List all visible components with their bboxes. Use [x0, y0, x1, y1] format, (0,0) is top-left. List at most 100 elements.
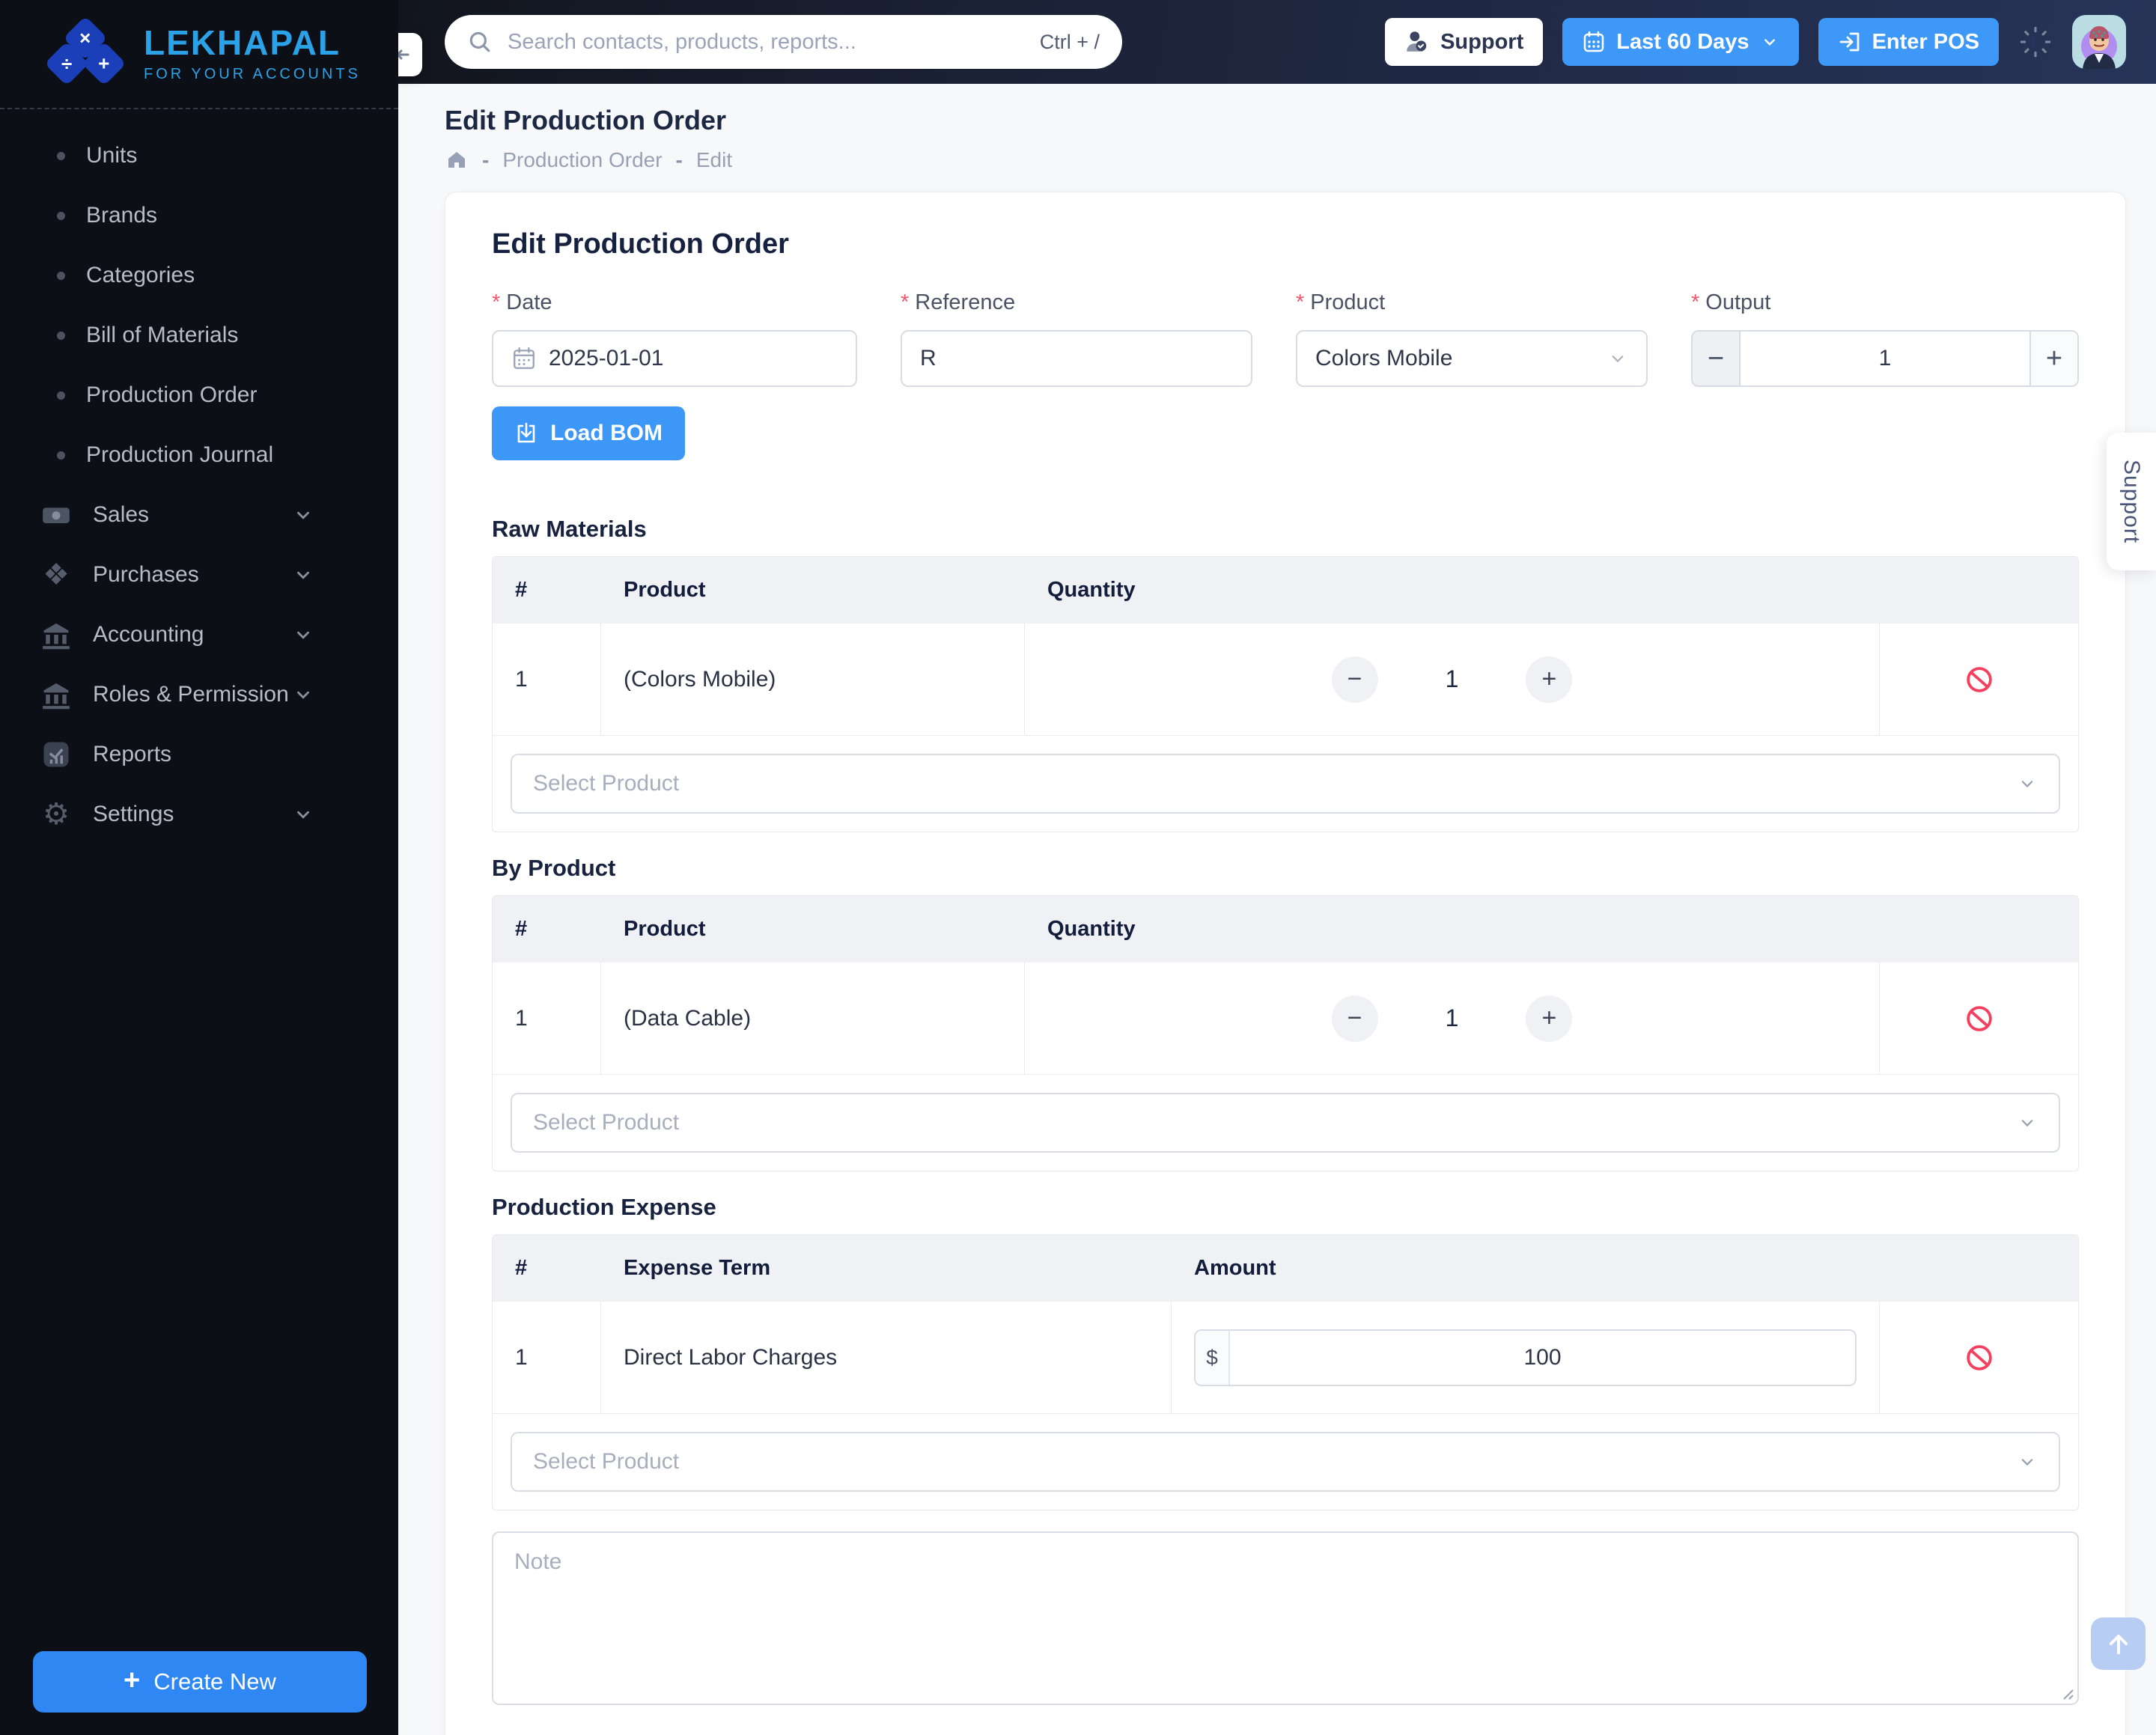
product-select[interactable]: Colors Mobile — [1296, 330, 1648, 387]
by-product-section: # Product Quantity 1 (Data Cable) − 1 + — [492, 895, 2079, 1171]
chevron-down-icon — [2021, 1120, 2033, 1127]
table-row-product: (Colors Mobile) — [601, 623, 1025, 736]
sidebar-item-sales[interactable]: Sales — [0, 485, 398, 545]
output-increment-button[interactable]: + — [2029, 332, 2077, 385]
raw-materials-heading: Raw Materials — [492, 516, 647, 542]
quantity-increment-button[interactable]: + — [1526, 656, 1573, 703]
search-icon — [469, 31, 490, 52]
brand-logo[interactable]: × ÷ + LEKHAPAL FOR YOUR ACCOUNTS — [0, 0, 398, 109]
resize-handle-icon[interactable] — [2058, 1684, 2074, 1701]
output-stepper: − + — [1691, 330, 2079, 387]
output-decrement-button[interactable]: − — [1693, 332, 1741, 385]
table-row-actions — [1880, 1302, 2078, 1414]
gear-icon: ⚙ — [43, 798, 70, 831]
date-range-button[interactable]: Last 60 Days — [1562, 18, 1799, 66]
sidebar-menu: Units Brands Categories Bill of Material… — [0, 109, 398, 844]
date-value-input[interactable] — [549, 346, 838, 371]
reference-input[interactable] — [920, 346, 1233, 371]
chevron-down-icon — [2021, 1459, 2033, 1466]
required-asterisk: * — [1296, 290, 1305, 314]
create-new-button[interactable]: + Create New — [33, 1651, 367, 1713]
sidebar-item-brands[interactable]: Brands — [0, 186, 398, 246]
remove-row-icon[interactable] — [1965, 665, 1994, 694]
sidebar-item-categories[interactable]: Categories — [0, 246, 398, 305]
sidebar-item-accounting[interactable]: Accounting — [0, 605, 398, 665]
support-agent-icon — [1407, 31, 1427, 52]
page-title: Edit Production Order — [445, 105, 727, 135]
amount-input[interactable] — [1230, 1330, 1855, 1385]
edit-production-order-card: Edit Production Order *Date *Reference — [445, 192, 2126, 1735]
by-product-heading: By Product — [492, 855, 616, 881]
support-button[interactable]: Support — [1385, 18, 1544, 66]
login-icon — [1839, 32, 1859, 52]
sidebar-item-roles-permission[interactable]: Roles & Permission — [0, 665, 398, 725]
bullet-icon — [57, 391, 65, 400]
load-bom-button[interactable]: Load BOM — [492, 406, 685, 460]
table-row-quantity: − 1 + — [1025, 963, 1880, 1075]
quantity-decrement-button[interactable]: − — [1331, 656, 1378, 703]
quantity-value[interactable]: 1 — [1446, 665, 1459, 693]
production-expense-select-product[interactable]: Select Product — [511, 1432, 2060, 1492]
chevron-down-icon — [1612, 356, 1624, 363]
calendar-icon — [514, 347, 535, 369]
theme-toggle-button[interactable] — [2018, 25, 2053, 59]
table-row-expense-term: Direct Labor Charges — [601, 1302, 1172, 1414]
bullet-icon — [57, 451, 65, 460]
breadcrumb-production-order[interactable]: Production Order — [502, 148, 662, 172]
calendar-icon — [1583, 31, 1604, 52]
breadcrumb-edit[interactable]: Edit — [696, 148, 732, 172]
scroll-to-top-button[interactable] — [2091, 1617, 2146, 1670]
raw-materials-select-product[interactable]: Select Product — [511, 754, 2060, 814]
currency-prefix: $ — [1196, 1330, 1230, 1385]
remove-row-icon[interactable] — [1965, 1004, 1994, 1033]
required-asterisk: * — [1691, 290, 1700, 314]
quantity-decrement-button[interactable]: − — [1331, 995, 1378, 1042]
bank-icon — [39, 677, 73, 712]
sidebar: × ÷ + LEKHAPAL FOR YOUR ACCOUNTS Units B… — [0, 0, 398, 1735]
date-field-group: * Date — [492, 290, 857, 387]
table-row-amount: $ — [1172, 1302, 1880, 1414]
raw-materials-table: # Product Quantity 1 (Colors Mobile) − 1… — [493, 557, 2078, 736]
bullet-icon — [57, 151, 65, 160]
main-content: Edit Production Order - Production Order… — [398, 84, 2156, 1735]
sidebar-item-settings[interactable]: ⚙ Settings — [0, 784, 398, 844]
note-field — [492, 1531, 2079, 1705]
production-expense-section: # Expense Term Amount 1 Direct Labor Cha… — [492, 1234, 2079, 1510]
quantity-value[interactable]: 1 — [1446, 1004, 1459, 1032]
sidebar-item-production-order[interactable]: Production Order — [0, 365, 398, 425]
chart-report-icon — [39, 737, 73, 772]
production-expense-heading: Production Expense — [492, 1194, 716, 1220]
by-product-table: # Product Quantity 1 (Data Cable) − 1 + — [493, 896, 2078, 1075]
sidebar-item-units[interactable]: Units — [0, 126, 398, 186]
quantity-increment-button[interactable]: + — [1526, 995, 1573, 1042]
bullet-icon — [57, 331, 65, 340]
enter-pos-button[interactable]: Enter POS — [1818, 18, 1999, 66]
sidebar-item-production-journal[interactable]: Production Journal — [0, 425, 398, 485]
date-input[interactable] — [492, 330, 857, 387]
avatar[interactable] — [2072, 15, 2126, 69]
search-input[interactable] — [508, 29, 1025, 55]
sidebar-item-purchases[interactable]: ❖ Purchases — [0, 545, 398, 605]
top-bar-actions: Support Last 60 Days Enter POS — [1385, 15, 2156, 69]
chevron-down-icon — [1764, 39, 1775, 46]
diamonds-icon: ❖ — [43, 558, 70, 591]
sidebar-item-reports[interactable]: Reports — [0, 725, 398, 784]
table-row-actions — [1880, 623, 2078, 736]
chevron-down-icon — [292, 683, 314, 706]
brand-tagline: FOR YOUR ACCOUNTS — [144, 65, 361, 82]
form-fields: *Date *Reference — [492, 290, 2079, 387]
reference-input-box — [901, 330, 1252, 387]
home-icon[interactable] — [445, 148, 469, 172]
by-product-select-product[interactable]: Select Product — [511, 1093, 2060, 1153]
sun-moon-icon — [2020, 26, 2051, 58]
production-expense-table: # Expense Term Amount 1 Direct Labor Cha… — [493, 1235, 2078, 1414]
download-icon — [517, 422, 535, 443]
product-field-group: * Product Colors Mobile — [1296, 290, 1648, 387]
sidebar-item-bill-of-materials[interactable]: Bill of Materials — [0, 305, 398, 365]
support-tab[interactable]: Support — [2107, 433, 2156, 571]
output-value-input[interactable] — [1741, 332, 2029, 385]
banknote-icon — [39, 498, 73, 532]
chevron-down-icon — [2021, 781, 2033, 788]
remove-row-icon[interactable] — [1965, 1344, 1994, 1372]
note-textarea[interactable] — [492, 1531, 2079, 1705]
